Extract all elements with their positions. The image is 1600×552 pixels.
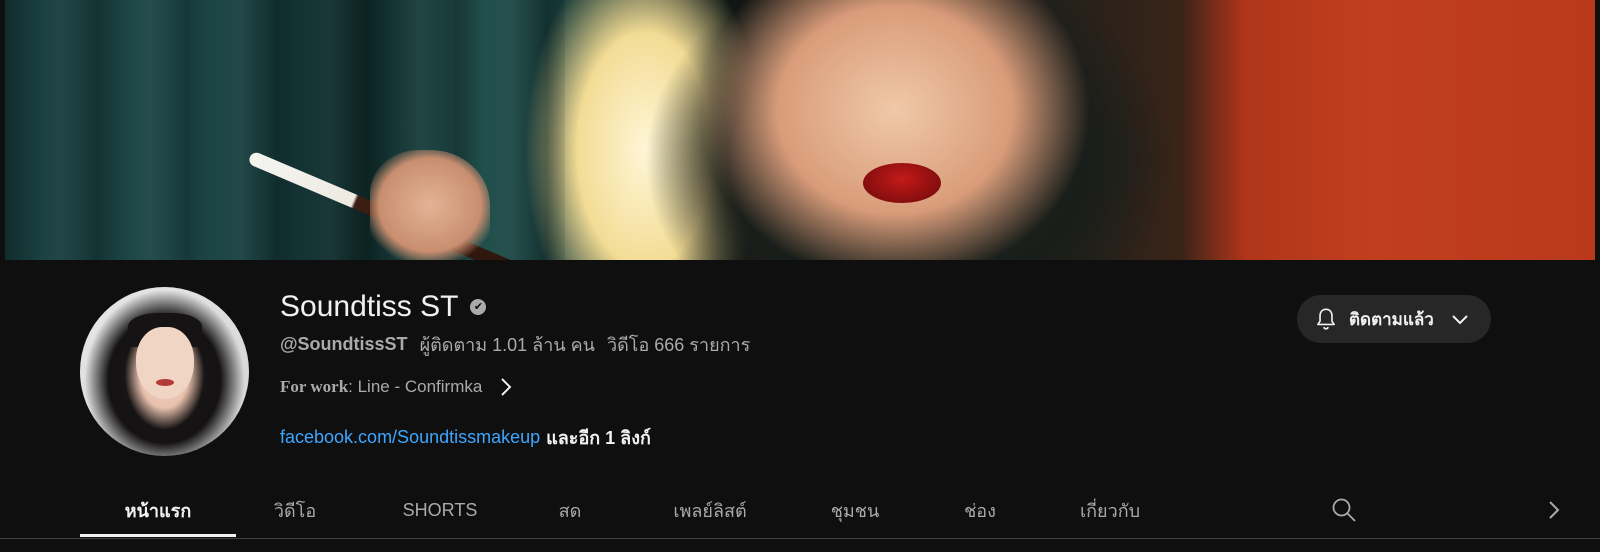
- channel-handle: @SoundtissST: [280, 333, 408, 354]
- chevron-right-icon: [496, 377, 516, 397]
- active-tab-indicator: [80, 534, 236, 537]
- tab-home[interactable]: หน้าแรก: [80, 484, 236, 536]
- channel-banner: [5, 0, 1595, 260]
- subscribed-label: ติดตามแล้ว: [1349, 309, 1434, 329]
- search-icon[interactable]: [1330, 496, 1358, 524]
- tab-shorts[interactable]: SHORTS: [380, 484, 500, 536]
- channel-meta: @SoundtissST ผู้ติดตาม 1.01 ล้าน คน วิดี…: [280, 333, 750, 355]
- channel-name: Soundtiss ST: [280, 290, 459, 323]
- avatar-lips: [156, 379, 174, 386]
- tab-channels[interactable]: ช่อง: [945, 484, 1015, 536]
- tab-community[interactable]: ชุมชน: [810, 484, 900, 536]
- facebook-link[interactable]: facebook.com/Soundtissmakeup: [280, 427, 540, 448]
- channel-title: Soundtiss ST ✔: [280, 287, 487, 327]
- channel-page: Soundtiss ST ✔ @SoundtissST ผู้ติดตาม 1.…: [0, 0, 1600, 552]
- description-text: : Line - Confirmka: [348, 377, 483, 396]
- verified-badge-icon: ✔: [470, 299, 487, 315]
- more-links[interactable]: และอีก 1 ลิงก์: [546, 423, 651, 452]
- subscribed-button[interactable]: ติดตามแล้ว: [1297, 295, 1491, 343]
- tab-about[interactable]: เกี่ยวกับ: [1060, 484, 1160, 536]
- tab-videos[interactable]: วิดีโอ: [250, 484, 340, 536]
- channel-description[interactable]: For work : Line - Confirmka: [280, 375, 516, 399]
- banner-hand: [370, 150, 490, 260]
- chevron-down-icon: [1450, 309, 1470, 329]
- banner-lips: [863, 163, 941, 203]
- tab-live[interactable]: สด: [540, 484, 600, 536]
- description-bold: For work: [280, 377, 349, 396]
- tab-playlists[interactable]: เพลย์ลิสต์: [655, 484, 765, 536]
- channel-avatar[interactable]: [80, 287, 249, 456]
- avatar-face: [136, 327, 194, 399]
- channel-tabs: หน้าแรก วิดีโอ SHORTS สด เพลย์ลิสต์ ชุมช…: [80, 484, 1560, 540]
- tabs-divider: [0, 538, 1600, 539]
- chevron-right-icon[interactable]: [1542, 498, 1566, 522]
- channel-links: facebook.com/Soundtissmakeup และอีก 1 ลิ…: [280, 425, 651, 449]
- video-count: วิดีโอ 666 รายการ: [606, 334, 751, 355]
- subscriber-count: ผู้ติดตาม 1.01 ล้าน คน: [419, 334, 595, 355]
- bell-icon: [1313, 306, 1339, 332]
